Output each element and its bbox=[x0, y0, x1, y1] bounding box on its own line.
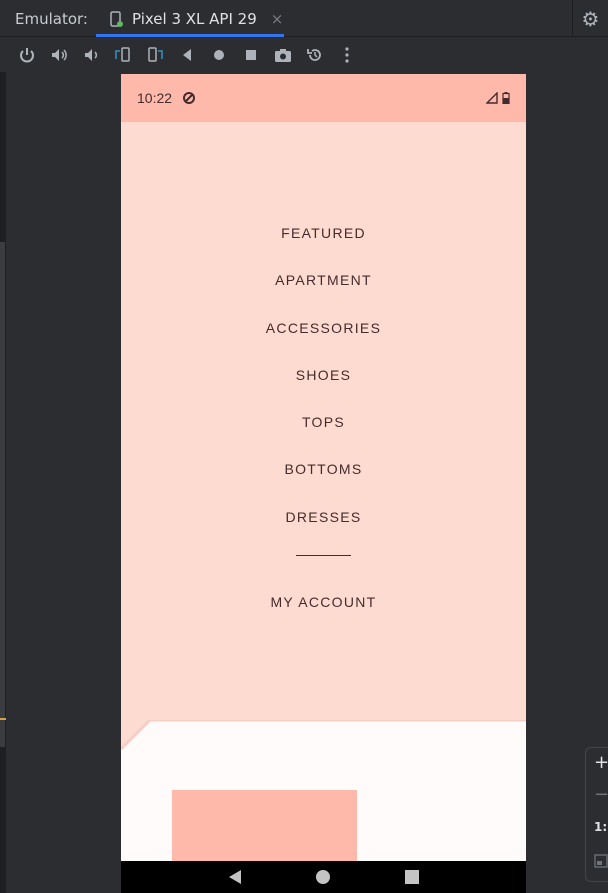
rotate-left-icon[interactable] bbox=[110, 43, 135, 68]
home-icon[interactable] bbox=[206, 43, 231, 68]
menu-item-bottoms[interactable]: BOTTOMS bbox=[284, 456, 362, 503]
tool-window-tabbar: Emulator: Pixel 3 XL API 29 × ⚙ bbox=[0, 0, 608, 37]
editor-gutter bbox=[0, 242, 5, 747]
menu-item-my-account[interactable]: MY ACCOUNT bbox=[270, 589, 376, 636]
tab-device-title: Pixel 3 XL API 29 bbox=[132, 9, 257, 28]
emulator-toolbar bbox=[0, 38, 608, 72]
nav-overview-icon[interactable] bbox=[404, 869, 420, 885]
zoom-in-button[interactable]: + bbox=[594, 752, 608, 773]
zoom-fit-icon[interactable] bbox=[594, 854, 608, 868]
tab-close-icon[interactable]: × bbox=[271, 10, 284, 28]
menu-item-dresses[interactable]: DRESSES bbox=[285, 504, 361, 551]
battery-icon bbox=[502, 92, 510, 104]
overview-icon[interactable] bbox=[238, 43, 263, 68]
editor-edge bbox=[0, 72, 6, 893]
menu-item-tops[interactable]: TOPS bbox=[302, 409, 345, 456]
caret-line-marker bbox=[0, 718, 6, 720]
system-navigation-bar bbox=[121, 861, 526, 893]
menu-item-accessories[interactable]: ACCESSORIES bbox=[266, 315, 381, 362]
screenshot-icon[interactable] bbox=[270, 43, 295, 68]
volume-down-icon[interactable] bbox=[78, 43, 103, 68]
nav-back-icon[interactable] bbox=[227, 869, 243, 885]
data-saver-icon bbox=[183, 92, 196, 104]
menu-item-shoes[interactable]: SHOES bbox=[296, 362, 352, 409]
product-image[interactable] bbox=[172, 790, 357, 865]
menu-item-featured[interactable]: FEATURED bbox=[281, 220, 366, 267]
back-icon[interactable] bbox=[174, 43, 199, 68]
device-screen[interactable]: 10:22 FEATURED APARTMENT ACCESSORIES SHO… bbox=[121, 74, 526, 893]
volume-up-icon[interactable] bbox=[46, 43, 71, 68]
signal-icon bbox=[486, 92, 498, 104]
device-icon bbox=[110, 10, 123, 27]
status-time: 10:22 bbox=[137, 90, 173, 106]
backdrop-menu: FEATURED APARTMENT ACCESSORIES SHOES TOP… bbox=[121, 220, 526, 636]
power-icon[interactable] bbox=[14, 43, 39, 68]
more-icon[interactable] bbox=[334, 43, 359, 68]
zoom-out-button[interactable]: − bbox=[594, 784, 608, 805]
status-bar: 10:22 bbox=[121, 74, 526, 122]
menu-divider bbox=[296, 555, 351, 557]
tab-active-indicator bbox=[96, 34, 284, 37]
snapshot-icon[interactable] bbox=[302, 43, 327, 68]
menu-item-apartment[interactable]: APARTMENT bbox=[275, 267, 372, 314]
emulator-label: Emulator: bbox=[15, 10, 88, 28]
rotate-right-icon[interactable] bbox=[142, 43, 167, 68]
zoom-controls: + − 1:1 bbox=[585, 747, 608, 882]
tab-device[interactable]: Pixel 3 XL API 29 × bbox=[96, 0, 284, 37]
gear-icon[interactable]: ⚙ bbox=[572, 0, 608, 37]
nav-home-icon[interactable] bbox=[315, 869, 331, 885]
zoom-actual-size-button[interactable]: 1:1 bbox=[594, 820, 608, 834]
